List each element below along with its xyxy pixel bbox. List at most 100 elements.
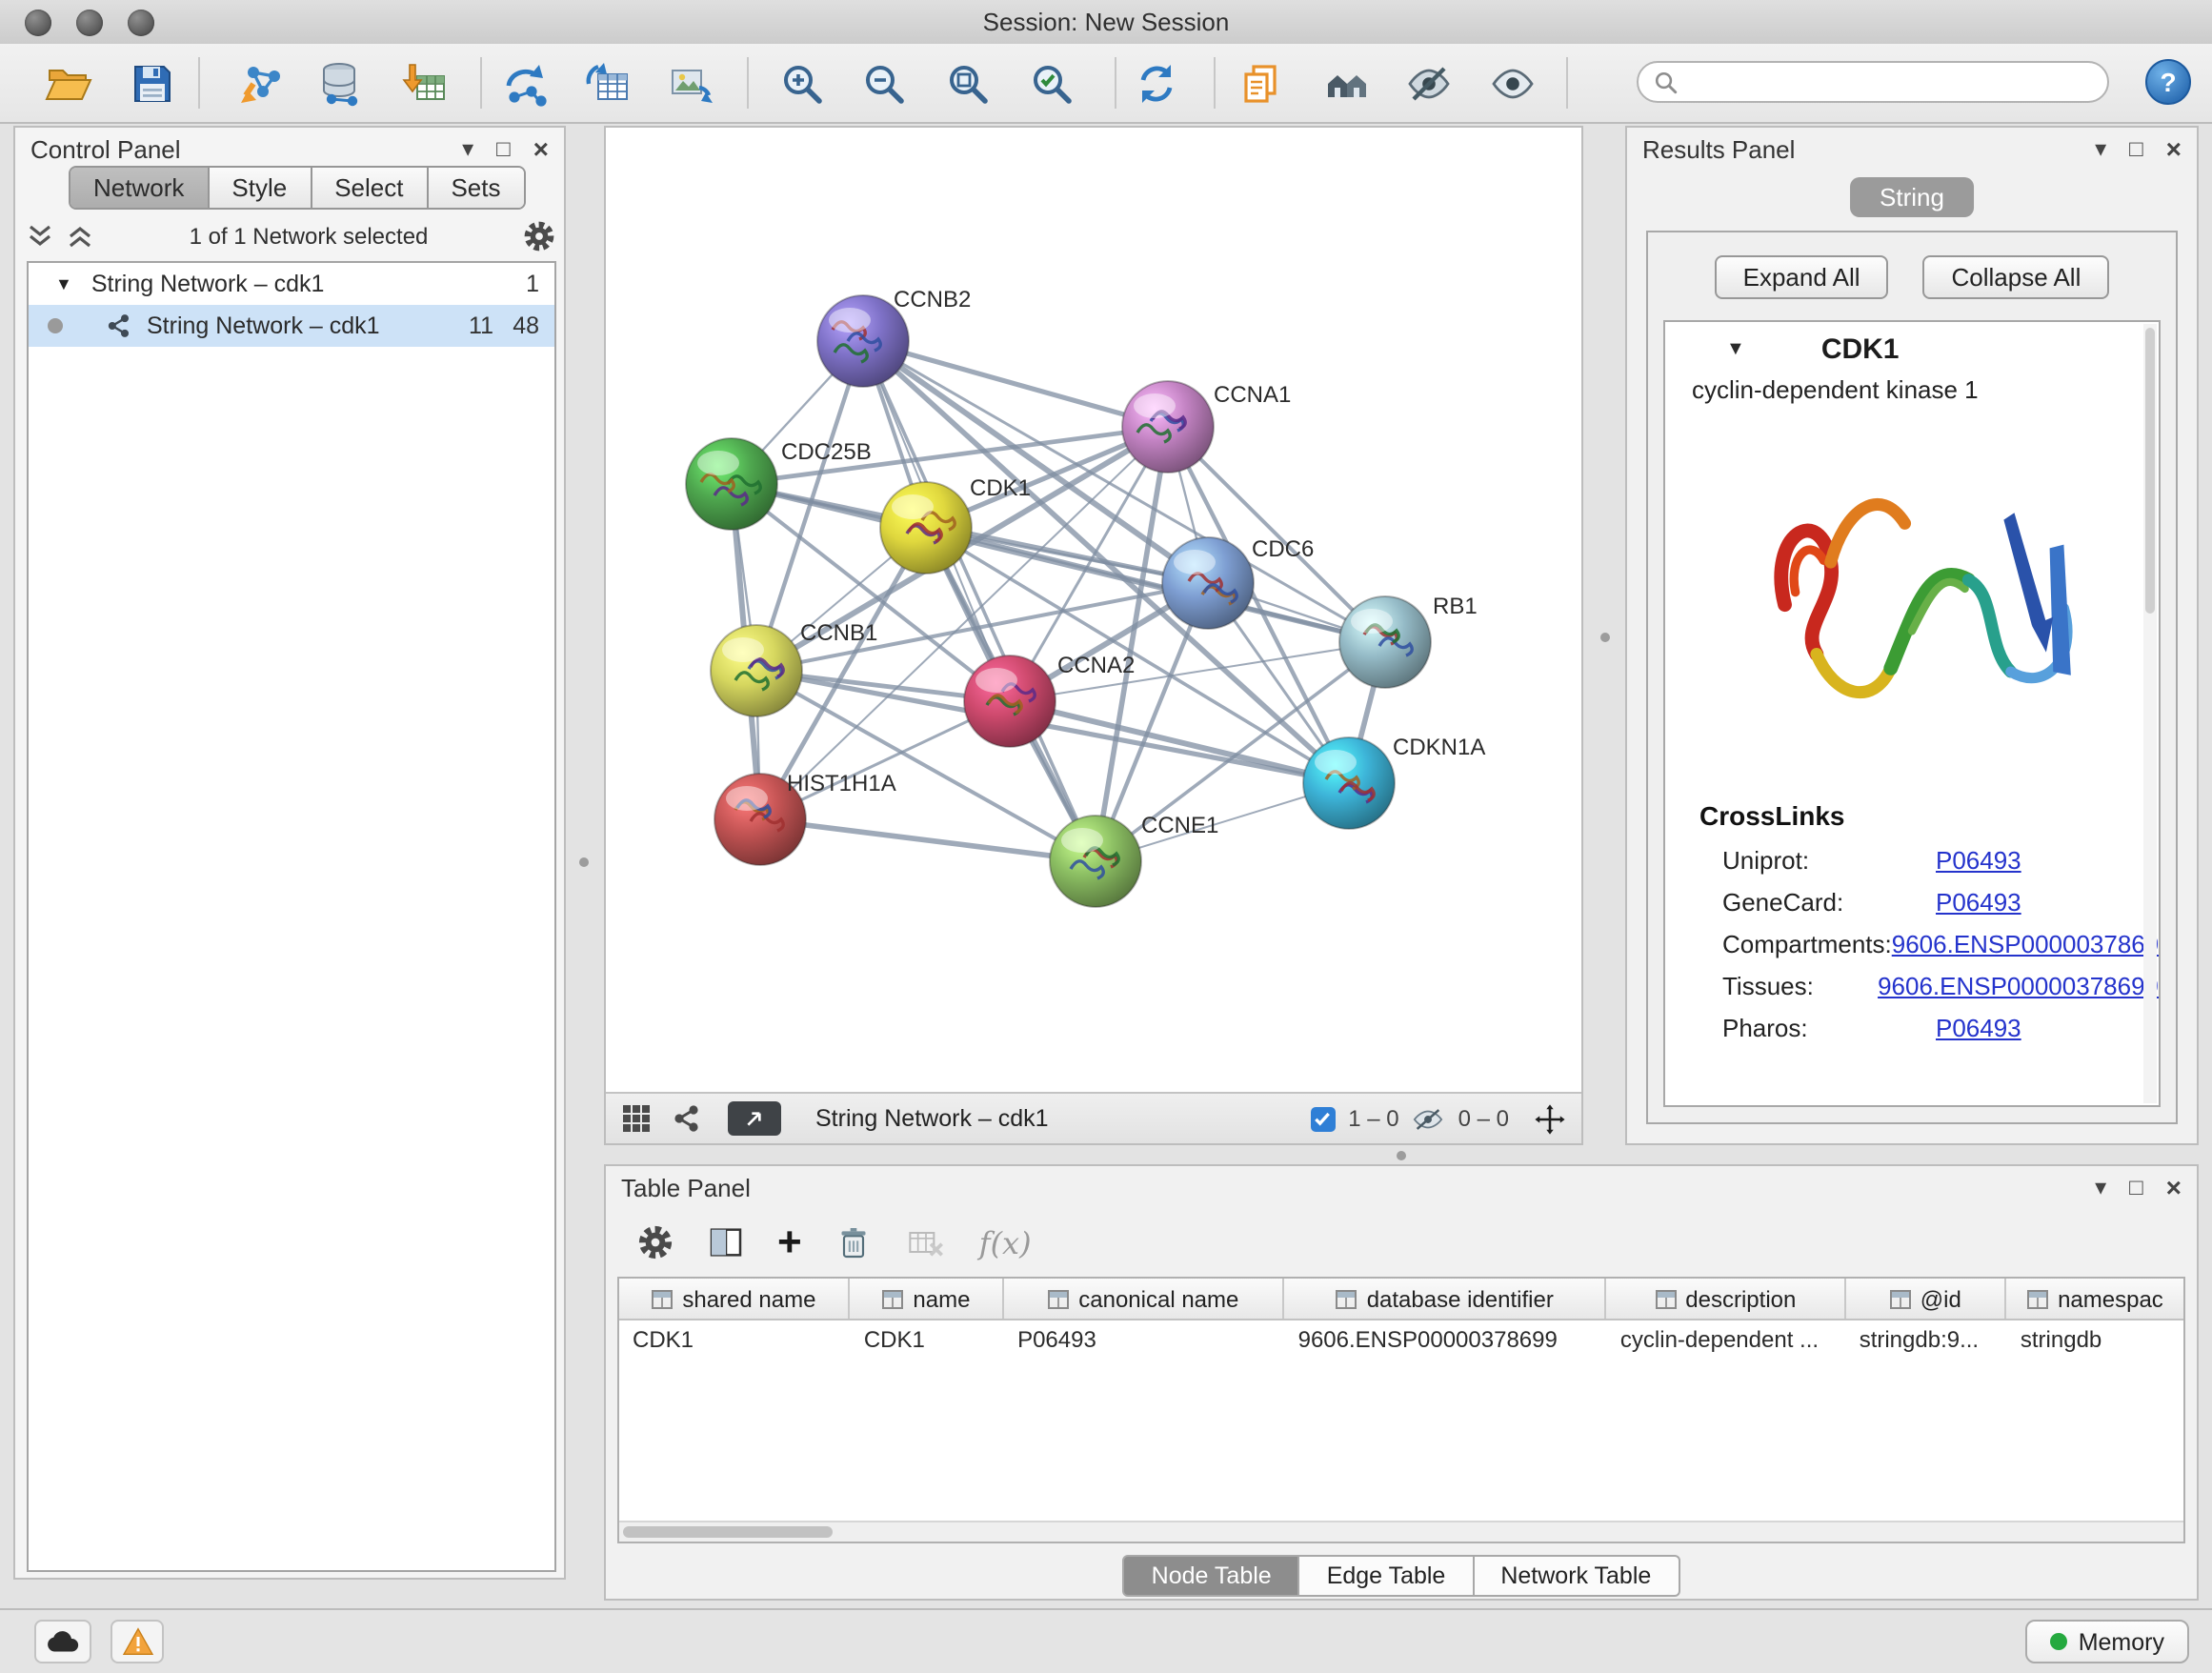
warnings-button[interactable]: [111, 1620, 164, 1663]
gear-icon[interactable]: [522, 219, 556, 253]
scrollbar-thumb[interactable]: [623, 1526, 833, 1538]
edge-CCNB2-CCNE1[interactable]: [863, 341, 1096, 861]
search-input[interactable]: [1688, 67, 2092, 97]
expand-all-button[interactable]: Expand All: [1715, 255, 1889, 299]
table-cell[interactable]: stringdb:9...: [1846, 1320, 2007, 1359]
column-header[interactable]: @id: [1846, 1279, 2007, 1319]
node-CCNB1[interactable]: CCNB1: [711, 620, 877, 716]
left-splitter-handle[interactable]: [579, 857, 589, 867]
table-cell[interactable]: 9606.ENSP00000378699: [1285, 1320, 1607, 1359]
panel-menu-icon[interactable]: ▾: [2095, 137, 2106, 160]
edge-HIST1H1A-CCNE1[interactable]: [760, 819, 1096, 861]
refresh-layout-button[interactable]: [1124, 51, 1189, 116]
table-cell[interactable]: CDK1: [851, 1320, 1004, 1359]
node-selection-checkbox[interactable]: [1310, 1106, 1335, 1131]
gene-entry-header[interactable]: ▼ CDK1: [1665, 322, 2159, 375]
open-documents-button[interactable]: [1229, 51, 1294, 116]
crosslink-link[interactable]: 9606.ENSP00000378699: [1892, 929, 2161, 957]
import-network-file-button[interactable]: [229, 51, 293, 116]
pan-crosshair-icon[interactable]: [1534, 1102, 1566, 1135]
expand-all-icon[interactable]: [67, 223, 95, 250]
tab-node-table[interactable]: Node Table: [1123, 1555, 1300, 1597]
panel-close-icon[interactable]: ×: [533, 137, 549, 160]
node-CCNA2[interactable]: CCNA2: [964, 653, 1135, 747]
node-CCNE1[interactable]: CCNE1: [1050, 813, 1218, 907]
import-network-database-button[interactable]: [309, 51, 373, 116]
panel-float-icon[interactable]: □: [2129, 1176, 2143, 1199]
tab-select[interactable]: Select: [310, 168, 426, 208]
crosslink-link[interactable]: 9606.ENSP00000378699: [1878, 971, 2159, 999]
zoom-out-button[interactable]: [852, 51, 916, 116]
new-table-button[interactable]: [575, 51, 640, 116]
network-view-icon[interactable]: [671, 1103, 701, 1134]
zoom-in-button[interactable]: [770, 51, 835, 116]
results-scrollbar[interactable]: [2143, 324, 2157, 1103]
table-cell[interactable]: cyclin-dependent ...: [1607, 1320, 1846, 1359]
gear-icon[interactable]: [636, 1223, 674, 1261]
panel-menu-icon[interactable]: ▾: [462, 137, 473, 160]
export-image-button[interactable]: [659, 51, 724, 116]
node-CDKN1A[interactable]: CDKN1A: [1303, 735, 1485, 829]
zoom-fit-button[interactable]: [935, 51, 1000, 116]
network-canvas[interactable]: CCNB2CCNA1CDC25BCDK1CDC6RB1CCNB1CCNA2CDK…: [606, 128, 1581, 1092]
function-builder-icon[interactable]: f(x): [979, 1224, 1032, 1260]
node-CDC25B[interactable]: CDC25B: [686, 438, 872, 530]
tab-network[interactable]: Network: [70, 168, 207, 208]
right-splitter-handle[interactable]: [1600, 633, 1610, 642]
table-row[interactable]: CDK1 CDK1 P06493 9606.ENSP00000378699 cy…: [619, 1320, 2183, 1359]
panel-float-icon[interactable]: □: [2129, 137, 2143, 160]
node-HIST1H1A[interactable]: HIST1H1A: [714, 771, 896, 865]
import-table-button[interactable]: [392, 51, 457, 116]
help-button[interactable]: ?: [2145, 59, 2191, 105]
add-column-icon[interactable]: +: [777, 1223, 802, 1261]
collapse-all-button[interactable]: Collapse All: [1923, 255, 2110, 299]
trash-icon[interactable]: [835, 1223, 873, 1261]
table-horizontal-scrollbar[interactable]: [619, 1521, 2183, 1542]
table-cell[interactable]: CDK1: [619, 1320, 851, 1359]
node-CCNB2[interactable]: CCNB2: [817, 287, 971, 387]
column-header[interactable]: namespac: [2007, 1279, 2183, 1319]
collapse-all-icon[interactable]: [27, 223, 55, 250]
new-network-button[interactable]: [493, 51, 558, 116]
tab-edge-table[interactable]: Edge Table: [1300, 1555, 1475, 1597]
node-CDC6[interactable]: CDC6: [1162, 536, 1314, 629]
column-header[interactable]: description: [1607, 1279, 1846, 1319]
panel-float-icon[interactable]: □: [496, 137, 511, 160]
node-RB1[interactable]: RB1: [1339, 594, 1478, 688]
save-session-button[interactable]: [120, 51, 185, 116]
results-tab-string[interactable]: String: [1849, 177, 1975, 217]
tab-style[interactable]: Style: [207, 168, 310, 208]
hidden-eye-icon[interactable]: [1413, 1106, 1445, 1131]
tab-network-table[interactable]: Network Table: [1474, 1555, 1679, 1597]
open-session-button[interactable]: [36, 51, 101, 116]
panel-close-icon[interactable]: ×: [2166, 137, 2182, 160]
crosslink-link[interactable]: P06493: [1936, 845, 2021, 874]
grid-view-icon[interactable]: [621, 1103, 652, 1134]
collapse-entry-icon[interactable]: ▼: [1726, 338, 1745, 359]
crosslink-link[interactable]: P06493: [1936, 887, 2021, 916]
show-all-button[interactable]: [1480, 51, 1545, 116]
show-columns-icon[interactable]: [707, 1223, 745, 1261]
memory-button[interactable]: Memory: [2025, 1620, 2189, 1663]
zoom-selected-button[interactable]: [1019, 51, 1084, 116]
column-header[interactable]: shared name: [619, 1279, 851, 1319]
crosslink-link[interactable]: P06493: [1936, 1013, 2021, 1041]
column-header[interactable]: name: [851, 1279, 1004, 1319]
table-cell[interactable]: P06493: [1004, 1320, 1285, 1359]
network-row-selected[interactable]: String Network – cdk1 11 48: [29, 305, 554, 347]
edge-CCNA2-CDKN1A[interactable]: [1010, 701, 1349, 783]
table-cell[interactable]: stringdb: [2007, 1320, 2183, 1359]
delete-table-icon-disabled[interactable]: [905, 1223, 947, 1261]
birdseye-view-button[interactable]: [728, 1101, 781, 1136]
hide-selected-button[interactable]: [1397, 51, 1461, 116]
panel-menu-icon[interactable]: ▾: [2095, 1176, 2106, 1199]
cloud-status-button[interactable]: [34, 1620, 91, 1663]
tab-sets[interactable]: Sets: [426, 168, 523, 208]
bottom-splitter-handle[interactable]: [1397, 1151, 1406, 1160]
tree-expand-icon[interactable]: ▼: [55, 274, 72, 293]
panel-close-icon[interactable]: ×: [2166, 1176, 2182, 1199]
column-header[interactable]: database identifier: [1285, 1279, 1607, 1319]
home-button[interactable]: [1315, 51, 1379, 116]
node-CCNA1[interactable]: CCNA1: [1122, 381, 1291, 473]
column-header[interactable]: canonical name: [1004, 1279, 1285, 1319]
